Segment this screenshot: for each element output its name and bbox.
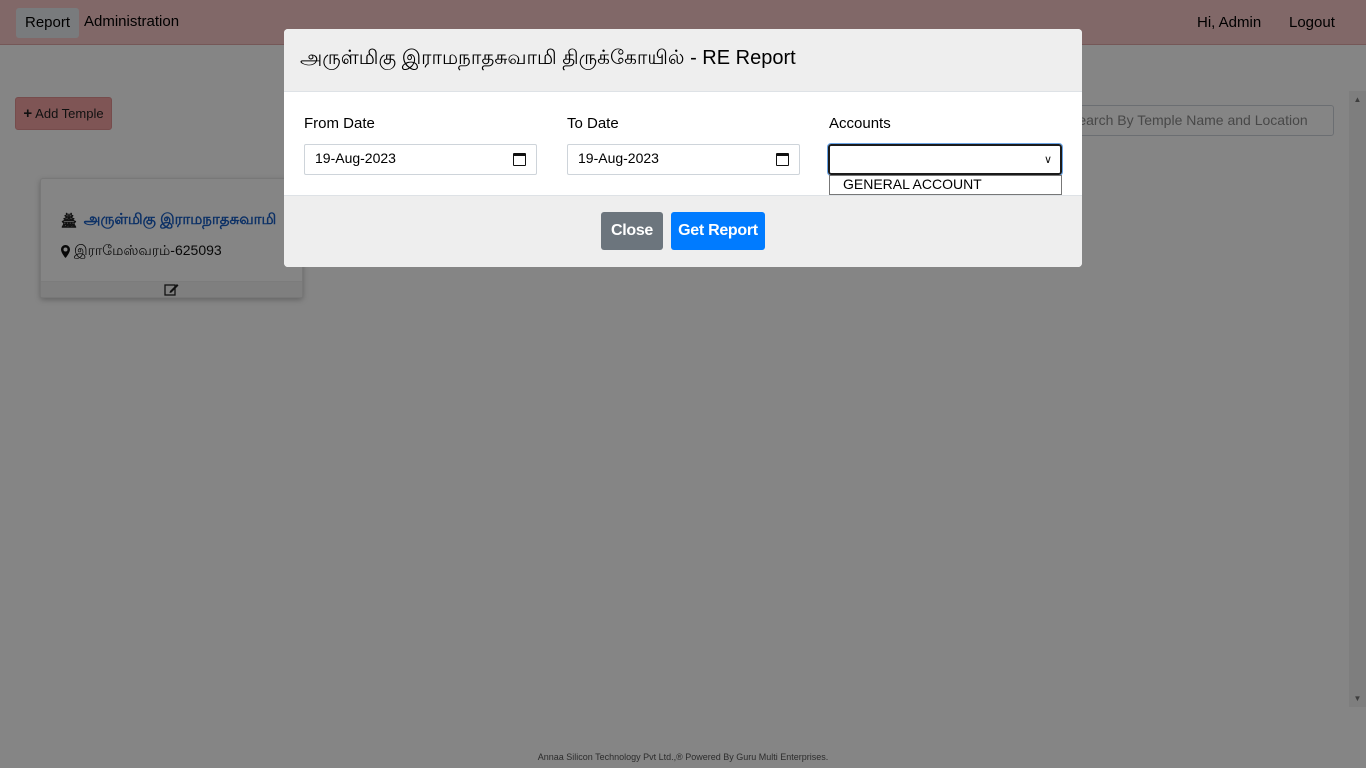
calendar-icon[interactable] [513, 153, 526, 166]
from-date-value: 19-Aug-2023 [315, 150, 396, 166]
close-button[interactable]: Close [601, 212, 663, 250]
to-date-label: To Date [567, 115, 619, 132]
get-report-button[interactable]: Get Report [671, 212, 765, 250]
modal-title: அருள்மிகு இராமநாதசுவாமி திருக்கோயில் - R… [300, 47, 796, 69]
chevron-down-icon: ∨ [1043, 154, 1052, 166]
to-date-value: 19-Aug-2023 [578, 150, 659, 166]
from-date-input[interactable]: 19-Aug-2023 [304, 144, 537, 175]
report-modal: அருள்மிகு இராமநாதசுவாமி திருக்கோயில் - R… [284, 29, 1082, 267]
calendar-icon[interactable] [776, 153, 789, 166]
from-date-label: From Date [304, 115, 375, 132]
accounts-dropdown-list: GENERAL ACCOUNT [829, 175, 1062, 195]
accounts-label: Accounts [829, 115, 891, 132]
modal-header: அருள்மிகு இராமநாதசுவாமி திருக்கோயில் - R… [284, 29, 1082, 92]
accounts-option[interactable]: GENERAL ACCOUNT [843, 176, 1061, 193]
accounts-select[interactable]: ∨ [827, 143, 1063, 176]
to-date-input[interactable]: 19-Aug-2023 [567, 144, 800, 175]
